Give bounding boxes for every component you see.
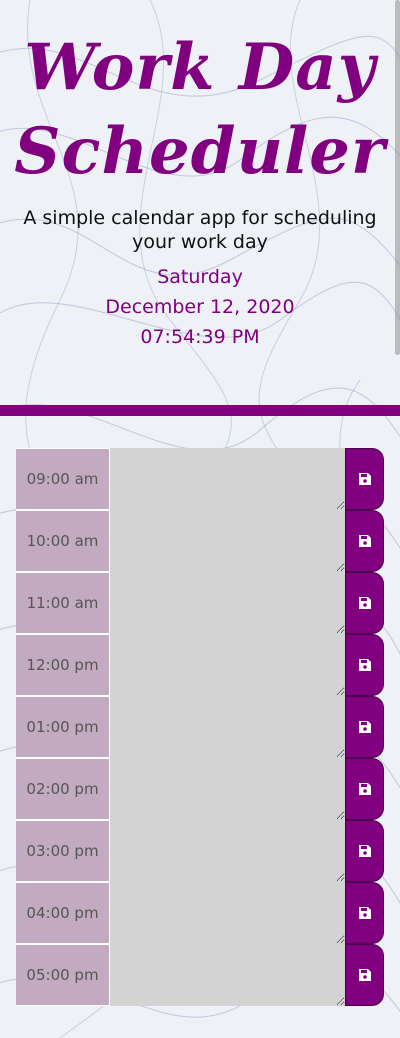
time-block-row: 12:00 pm: [16, 634, 384, 696]
title-line-1: Work Day: [24, 30, 376, 105]
save-button[interactable]: [345, 448, 384, 510]
scrollbar[interactable]: [395, 0, 400, 355]
save-button[interactable]: [345, 634, 384, 696]
event-description-input[interactable]: [110, 572, 345, 634]
hour-label: 05:00 pm: [16, 944, 110, 1006]
save-icon: [358, 535, 371, 547]
hour-label: 04:00 pm: [16, 882, 110, 944]
save-button[interactable]: [345, 882, 384, 944]
save-button[interactable]: [345, 820, 384, 882]
page-title: Work Day Scheduler: [0, 0, 400, 194]
title-line-2: Scheduler: [14, 114, 386, 189]
save-icon: [358, 907, 371, 919]
save-button[interactable]: [345, 572, 384, 634]
time-block-row: 01:00 pm: [16, 696, 384, 758]
page-subtitle: A simple calendar app for scheduling you…: [23, 207, 377, 253]
save-button[interactable]: [345, 758, 384, 820]
event-description-input[interactable]: [110, 758, 345, 820]
time-block-row: 11:00 am: [16, 572, 384, 634]
page: Work Day Scheduler A simple calendar app…: [0, 0, 400, 1038]
event-description-input[interactable]: [110, 448, 345, 510]
event-description-input[interactable]: [110, 882, 345, 944]
save-icon: [358, 845, 371, 857]
save-icon: [358, 659, 371, 671]
event-description-input[interactable]: [110, 820, 345, 882]
event-description-input[interactable]: [110, 696, 345, 758]
time-block-row: 03:00 pm: [16, 820, 384, 882]
hour-label: 11:00 am: [16, 572, 110, 634]
save-icon: [358, 721, 371, 733]
hour-label: 02:00 pm: [16, 758, 110, 820]
time-block-row: 04:00 pm: [16, 882, 384, 944]
current-time: 07:54:39 PM: [140, 326, 260, 348]
hour-label: 01:00 pm: [16, 696, 110, 758]
hour-label: 10:00 am: [16, 510, 110, 572]
time-block-row: 10:00 am: [16, 510, 384, 572]
event-description-input[interactable]: [110, 634, 345, 696]
hour-label: 03:00 pm: [16, 820, 110, 882]
page-header: Work Day Scheduler A simple calendar app…: [0, 0, 400, 405]
time-block-row: 09:00 am: [16, 448, 384, 510]
save-button[interactable]: [345, 696, 384, 758]
time-block-row: 05:00 pm: [16, 944, 384, 1006]
hour-label: 12:00 pm: [16, 634, 110, 696]
hour-label: 09:00 am: [16, 448, 110, 510]
current-date: December 12, 2020: [105, 296, 295, 318]
current-day: Saturday: [157, 266, 243, 288]
save-button[interactable]: [345, 510, 384, 572]
event-description-input[interactable]: [110, 510, 345, 572]
save-icon: [358, 969, 371, 981]
save-icon: [358, 473, 371, 485]
schedule: 09:00 am 10:00 am 11:00 am 12:00 pm 01:0…: [16, 448, 384, 1006]
time-block-row: 02:00 pm: [16, 758, 384, 820]
save-icon: [358, 783, 371, 795]
save-button[interactable]: [345, 944, 384, 1006]
header-divider: [0, 405, 400, 416]
event-description-input[interactable]: [110, 944, 345, 1006]
save-icon: [358, 597, 371, 609]
